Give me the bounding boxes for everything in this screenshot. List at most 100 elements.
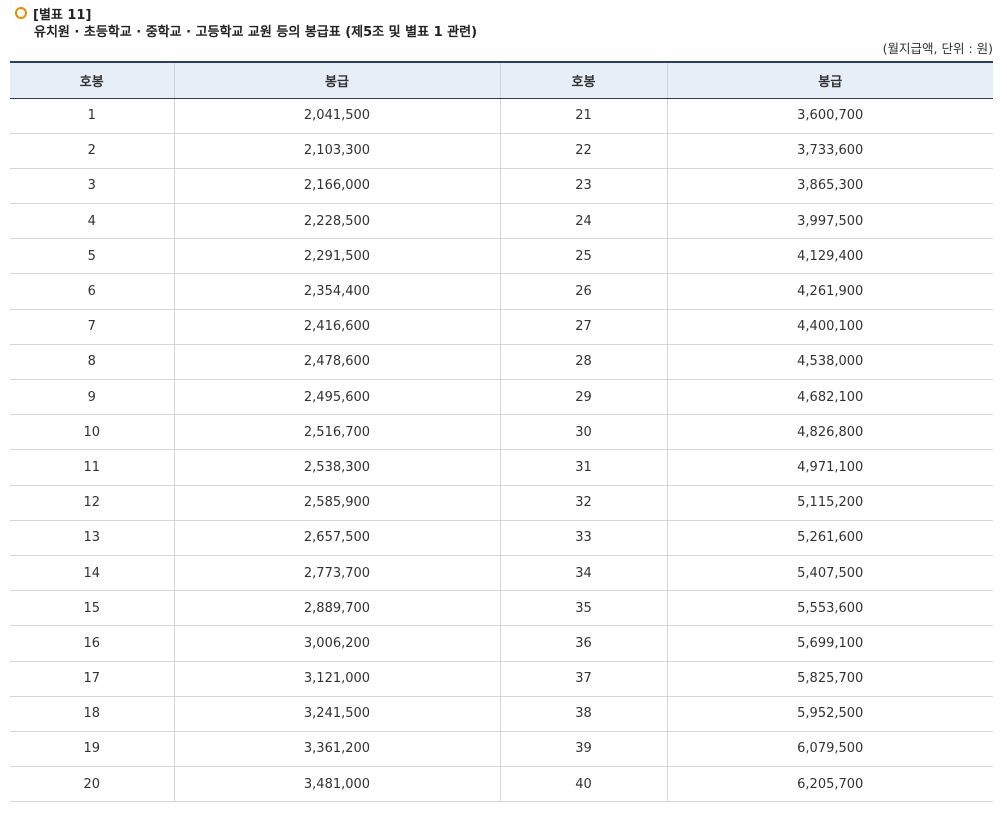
table-row: 20 3,481,000 40 6,205,700 [10,766,993,803]
caption-label-row: [별표 11] [15,4,477,23]
grade-cell: 25 [499,238,667,275]
grade-cell: 35 [499,590,667,627]
grade-cell: 2 [10,133,174,169]
salary-cell: 4,826,800 [666,414,993,451]
grade-cell: 1 [10,98,174,134]
salary-cell: 4,682,100 [666,379,993,416]
column-header-grade: 호봉 [499,62,667,99]
salary-cell: 3,241,500 [173,696,500,732]
salary-cell: 3,361,200 [173,731,500,768]
table-title: 유치원 · 초등학교 · 중학교 · 고등학교 교원 등의 봉급표 (제5조 및… [34,25,478,40]
salary-cell: 2,657,500 [173,520,500,556]
table-row: 11 2,538,300 31 4,971,100 [10,449,993,486]
salary-cell: 3,600,700 [666,98,993,134]
appendix-label: [별표 11] [33,7,92,23]
table-row: 5 2,291,500 25 4,129,400 [10,238,993,275]
grade-cell: 15 [10,590,174,627]
salary-cell: 2,773,700 [173,555,500,592]
salary-table: 호봉 봉급 호봉 봉급 1 2,041,500 21 3,600,700 2 2,103,… [10,61,993,803]
grade-cell: 21 [499,98,667,134]
grade-cell: 19 [10,731,174,768]
salary-cell: 3,006,200 [173,625,500,662]
grade-cell: 24 [499,203,667,240]
salary-cell: 4,400,100 [666,309,993,345]
grade-cell: 32 [499,485,667,521]
salary-cell: 2,478,600 [173,344,500,381]
salary-cell: 4,971,100 [666,449,993,486]
grade-cell: 8 [10,344,174,381]
salary-cell: 3,481,000 [173,766,500,803]
header-row: 호봉 봉급 호봉 봉급 [10,62,993,99]
grade-cell: 26 [499,273,667,310]
unit-note: (월지급액, 단위 : 원) [882,41,993,56]
grade-cell: 31 [499,449,667,486]
circle-bullet-icon [15,7,27,19]
table-row: 19 3,361,200 39 6,079,500 [10,731,993,768]
table-row: 13 2,657,500 33 5,261,600 [10,520,993,556]
salary-cell: 5,825,700 [666,661,993,697]
salary-cell: 2,041,500 [173,98,500,134]
grade-cell: 14 [10,555,174,592]
grade-cell: 9 [10,379,174,416]
grade-cell: 10 [10,414,174,451]
grade-cell: 13 [10,520,174,556]
table-row: 8 2,478,600 28 4,538,000 [10,344,993,381]
table-row: 14 2,773,700 34 5,407,500 [10,555,993,592]
column-header-salary: 봉급 [666,62,993,99]
table-row: 9 2,495,600 29 4,682,100 [10,379,993,416]
table-row: 12 2,585,900 32 5,115,200 [10,485,993,521]
salary-cell: 6,079,500 [666,731,993,768]
grade-cell: 12 [10,485,174,521]
grade-cell: 7 [10,309,174,345]
table-row: 18 3,241,500 38 5,952,500 [10,696,993,732]
salary-cell: 5,699,100 [666,625,993,662]
table-row: 2 2,103,300 22 3,733,600 [10,133,993,169]
salary-cell: 6,205,700 [666,766,993,803]
salary-cell: 2,495,600 [173,379,500,416]
table-row: 1 2,041,500 21 3,600,700 [10,98,993,134]
grade-cell: 6 [10,273,174,310]
salary-cell: 3,121,000 [173,661,500,697]
grade-cell: 37 [499,661,667,697]
grade-cell: 22 [499,133,667,169]
table-row: 7 2,416,600 27 4,400,100 [10,309,993,345]
grade-cell: 40 [499,766,667,803]
table-row: 17 3,121,000 37 5,825,700 [10,661,993,697]
table-row: 3 2,166,000 23 3,865,300 [10,168,993,205]
salary-cell: 2,889,700 [173,590,500,627]
salary-cell: 2,538,300 [173,449,500,486]
salary-cell: 3,997,500 [666,203,993,240]
grade-cell: 23 [499,168,667,205]
grade-cell: 20 [10,766,174,803]
salary-cell: 5,952,500 [666,696,993,732]
table-body: 1 2,041,500 21 3,600,700 2 2,103,300 22 3,733,6… [10,98,993,803]
salary-cell: 5,553,600 [666,590,993,627]
table-row: 4 2,228,500 24 3,997,500 [10,203,993,240]
grade-cell: 39 [499,731,667,768]
grade-cell: 4 [10,203,174,240]
salary-cell: 2,228,500 [173,203,500,240]
grade-cell: 3 [10,168,174,205]
salary-cell: 3,865,300 [666,168,993,205]
salary-cell: 2,516,700 [173,414,500,451]
grade-cell: 16 [10,625,174,662]
salary-cell: 4,129,400 [666,238,993,275]
salary-cell: 2,585,900 [173,485,500,521]
table-row: 10 2,516,700 30 4,826,800 [10,414,993,451]
grade-cell: 18 [10,696,174,732]
grade-cell: 28 [499,344,667,381]
grade-cell: 17 [10,661,174,697]
salary-cell: 5,115,200 [666,485,993,521]
grade-cell: 36 [499,625,667,662]
grade-cell: 27 [499,309,667,345]
salary-cell: 5,261,600 [666,520,993,556]
table-row: 15 2,889,700 35 5,553,600 [10,590,993,627]
grade-cell: 33 [499,520,667,556]
column-header-salary: 봉급 [173,62,500,99]
salary-cell: 2,103,300 [173,133,500,169]
grade-cell: 5 [10,238,174,275]
grade-cell: 38 [499,696,667,732]
table-row: 16 3,006,200 36 5,699,100 [10,625,993,662]
column-header-grade: 호봉 [10,62,174,99]
salary-cell: 2,354,400 [173,273,500,310]
